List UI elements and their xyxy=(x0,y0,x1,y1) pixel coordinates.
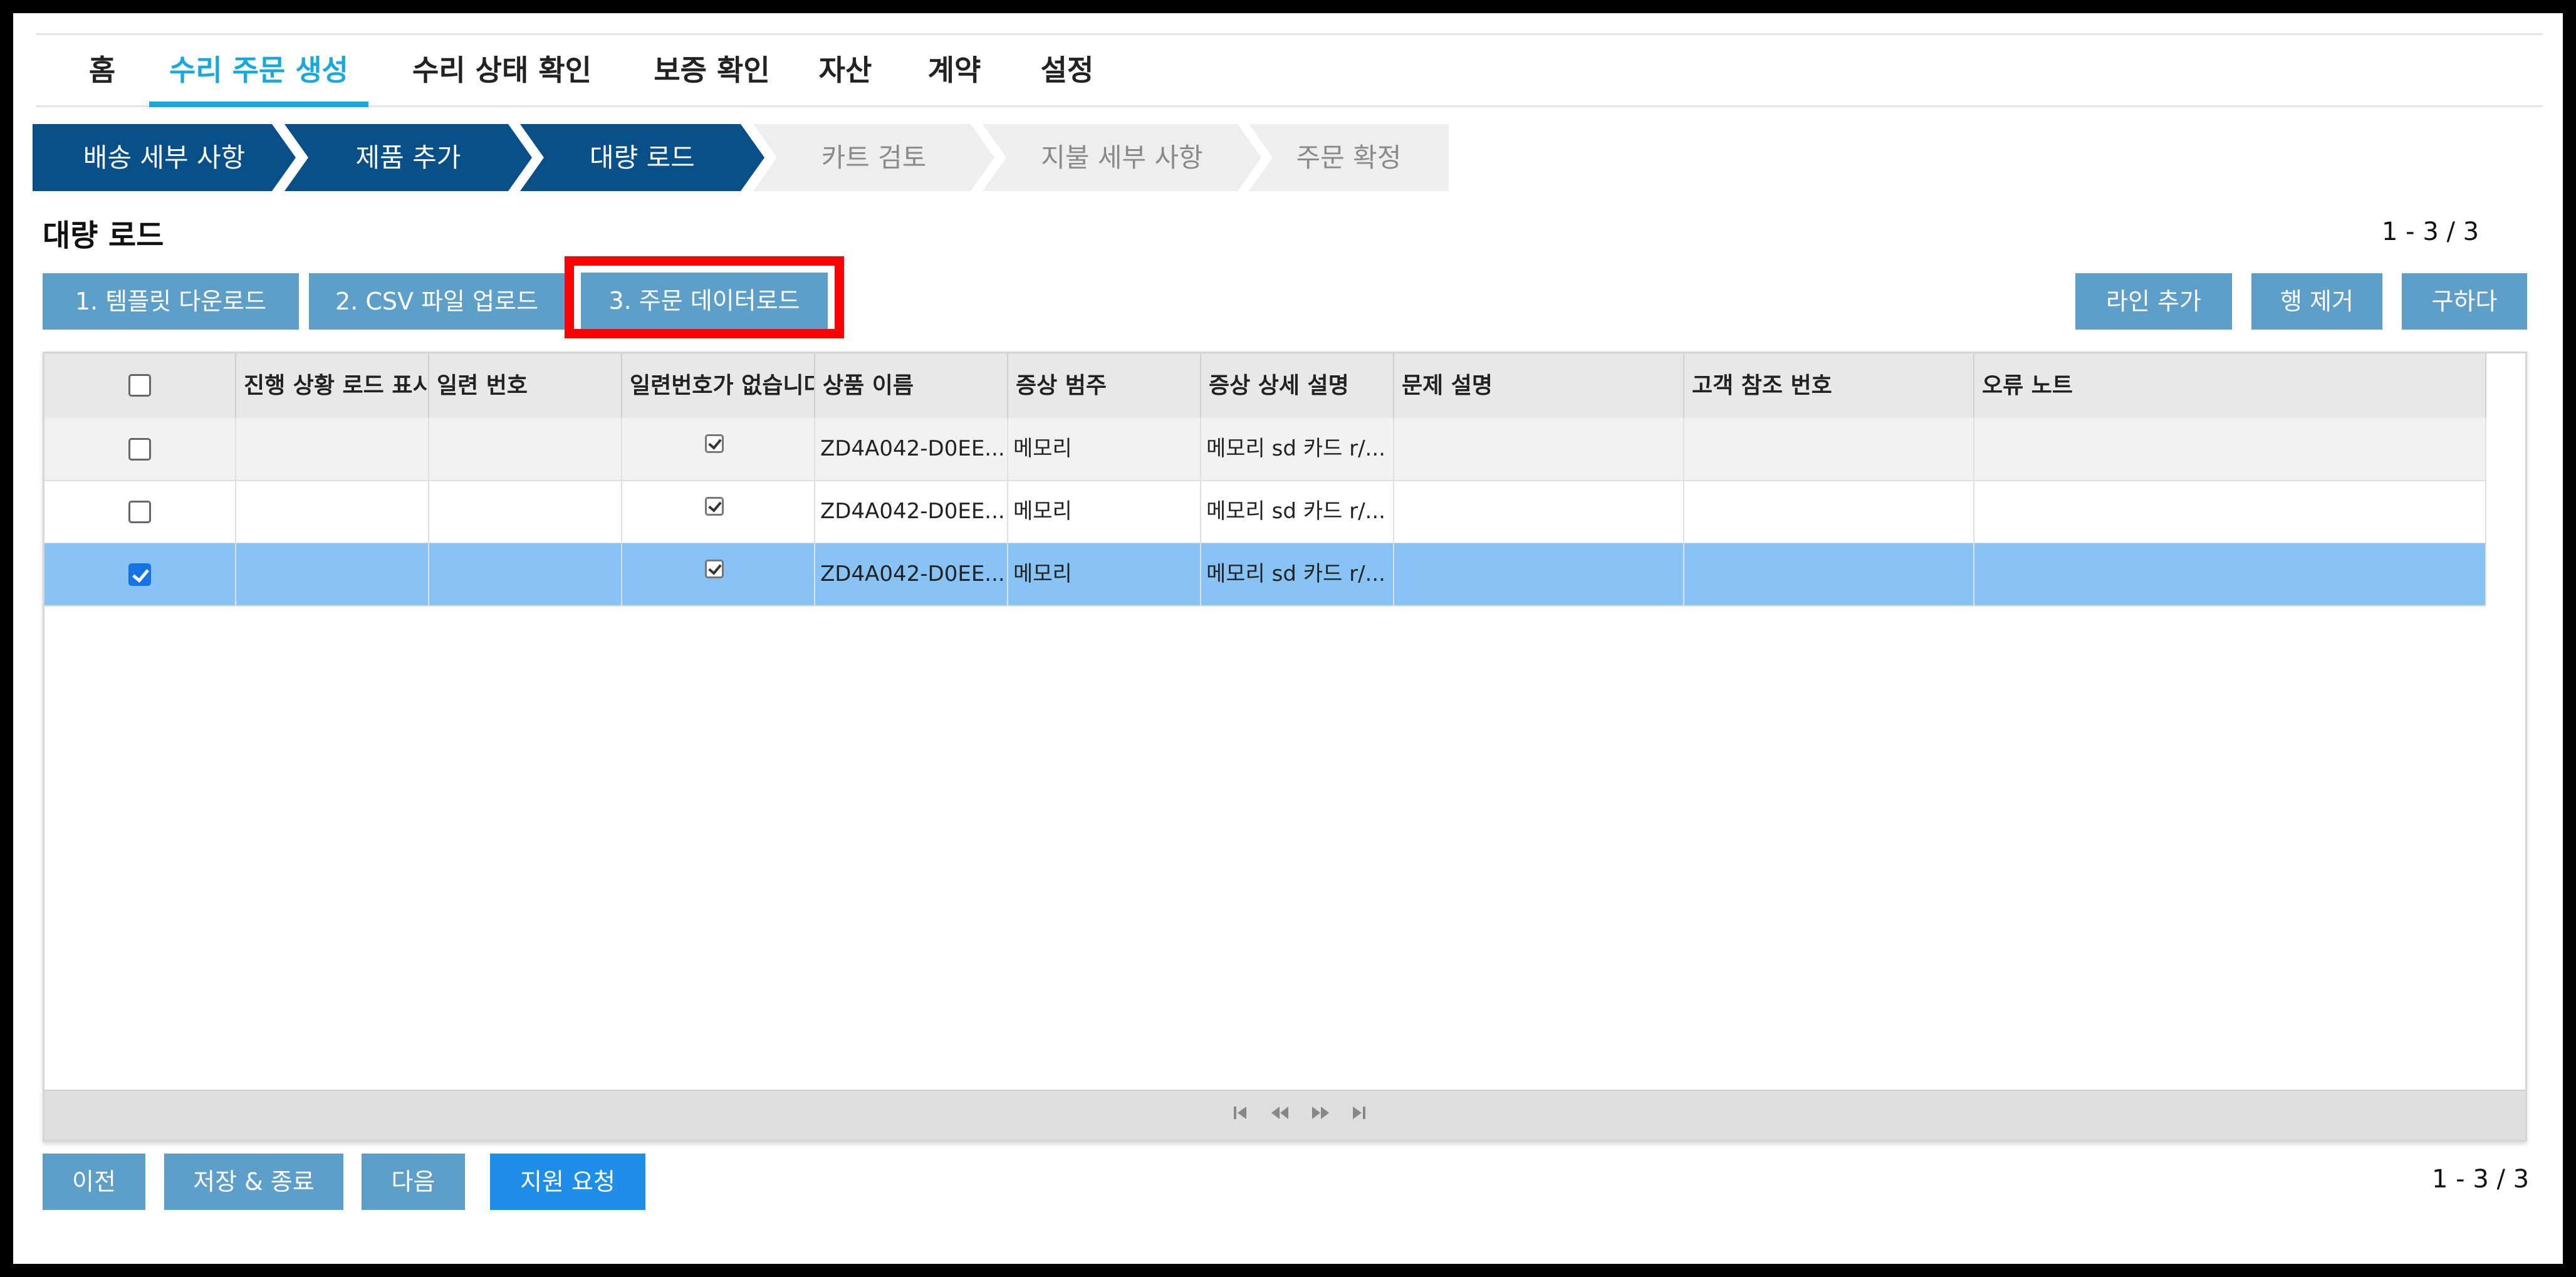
nav-tab-assets[interactable]: 자산 xyxy=(811,35,880,105)
order-stepper: 배송 세부 사항 제품 추가 대량 로드 카트 검토 지불 세부 사항 주문 확… xyxy=(33,124,1449,191)
table-row[interactable]: ZD4A042-D0EE... 메모리 메모리 sd 카드 r/... xyxy=(44,481,2486,544)
nav-tab-contracts[interactable]: 계약 xyxy=(920,35,989,105)
grid-pager xyxy=(44,1090,2525,1140)
serial-number-cell[interactable] xyxy=(429,418,622,480)
nav-tab-warranty-check[interactable]: 보증 확인 xyxy=(630,35,793,105)
save-button[interactable]: 구하다 xyxy=(2402,273,2527,330)
last-page-icon[interactable] xyxy=(1350,1103,1367,1122)
row-checkbox[interactable] xyxy=(128,438,151,461)
save-and-exit-button[interactable]: 저장 & 종료 xyxy=(164,1154,343,1210)
step-label: 대량 로드 xyxy=(590,142,695,173)
progress-cell xyxy=(236,481,429,543)
csv-upload-button[interactable]: 2. CSV 파일 업로드 xyxy=(309,273,565,330)
serial-number-cell[interactable] xyxy=(429,543,622,605)
symptom-category-cell[interactable]: 메모리 xyxy=(1008,418,1201,480)
step-label: 주문 확정 xyxy=(1296,142,1402,173)
customer-reference-cell[interactable] xyxy=(1684,418,1974,480)
remove-row-button[interactable]: 행 제거 xyxy=(2251,273,2382,330)
progress-cell xyxy=(236,418,429,480)
header-symptom-category[interactable]: 증상 범주 xyxy=(1008,353,1201,418)
problem-description-cell[interactable] xyxy=(1394,481,1684,543)
symptom-category-cell[interactable]: 메모리 xyxy=(1008,481,1201,543)
page-title: 대량 로드 xyxy=(43,218,164,253)
prev-page-icon[interactable] xyxy=(1270,1103,1290,1122)
symptom-category-cell[interactable]: 메모리 xyxy=(1008,543,1201,605)
table-row[interactable]: ZD4A042-D0EE... 메모리 메모리 sd 카드 r/... xyxy=(44,543,2486,607)
grid-header: 진행 상황 로드 표시 일련 번호 일련번호가 없습니다 상품 이름 증상 범주… xyxy=(44,353,2486,419)
step-label: 제품 추가 xyxy=(355,142,461,173)
progress-cell xyxy=(236,543,429,605)
first-page-icon[interactable] xyxy=(1233,1103,1249,1122)
no-serial-cell xyxy=(622,481,815,543)
product-name-cell[interactable]: ZD4A042-D0EE... xyxy=(815,481,1008,543)
symptom-detail-cell[interactable]: 메모리 sd 카드 r/... xyxy=(1201,481,1394,543)
product-name-cell[interactable]: ZD4A042-D0EE... xyxy=(815,418,1008,480)
row-select-cell xyxy=(44,481,236,543)
step-order-confirm[interactable]: 주문 확정 xyxy=(1249,124,1449,191)
no-serial-checkbox[interactable] xyxy=(705,434,724,453)
header-select-all xyxy=(44,353,236,418)
header-product-name[interactable]: 상품 이름 xyxy=(815,353,1008,418)
no-serial-cell xyxy=(622,418,815,480)
header-symptom-detail[interactable]: 증상 상세 설명 xyxy=(1201,353,1394,418)
step-label: 카트 검토 xyxy=(821,142,927,173)
record-count-bottom: 1 - 3 / 3 xyxy=(2432,1165,2530,1194)
header-customer-reference[interactable]: 고객 참조 번호 xyxy=(1684,353,1974,418)
product-name-cell[interactable]: ZD4A042-D0EE... xyxy=(815,543,1008,605)
main-nav: 홈 수리 주문 생성 수리 상태 확인 보증 확인 자산 계약 설정 xyxy=(36,35,2543,107)
header-error-note[interactable]: 오류 노트 xyxy=(1974,353,2486,418)
step-payment-details[interactable]: 지불 세부 사항 xyxy=(983,124,1261,191)
next-page-icon[interactable] xyxy=(1310,1103,1330,1122)
nav-tab-settings[interactable]: 설정 xyxy=(1033,35,1102,105)
customer-reference-cell[interactable] xyxy=(1684,543,1974,605)
symptom-detail-cell[interactable]: 메모리 sd 카드 r/... xyxy=(1201,418,1394,480)
header-problem-description[interactable]: 문제 설명 xyxy=(1394,353,1684,418)
highlight-box xyxy=(565,256,844,338)
nav-tab-home[interactable]: 홈 xyxy=(80,35,124,105)
error-note-cell xyxy=(1974,418,2486,480)
error-note-cell xyxy=(1974,481,2486,543)
step-add-products[interactable]: 제품 추가 xyxy=(284,124,532,191)
step-cart-review[interactable]: 카트 검토 xyxy=(753,124,994,191)
table-row[interactable]: ZD4A042-D0EE... 메모리 메모리 sd 카드 r/... xyxy=(44,418,2486,481)
previous-button[interactable]: 이전 xyxy=(43,1154,145,1210)
error-note-cell xyxy=(1974,543,2486,605)
symptom-detail-cell[interactable]: 메모리 sd 카드 r/... xyxy=(1201,543,1394,605)
serial-number-cell[interactable] xyxy=(429,481,622,543)
select-all-checkbox[interactable] xyxy=(128,374,151,397)
problem-description-cell[interactable] xyxy=(1394,543,1684,605)
no-serial-checkbox[interactable] xyxy=(705,497,724,516)
step-bulk-load[interactable]: 대량 로드 xyxy=(520,124,764,191)
add-line-button[interactable]: 라인 추가 xyxy=(2075,273,2232,330)
problem-description-cell[interactable] xyxy=(1394,418,1684,480)
support-request-button[interactable]: 지원 요청 xyxy=(490,1154,645,1210)
header-no-serial[interactable]: 일련번호가 없습니다 xyxy=(622,353,815,418)
row-checkbox[interactable] xyxy=(128,563,151,586)
no-serial-cell xyxy=(622,543,815,605)
row-select-cell xyxy=(44,418,236,480)
step-shipping-details[interactable]: 배송 세부 사항 xyxy=(33,124,296,191)
row-select-cell xyxy=(44,543,236,605)
nav-tab-create-repair-order[interactable]: 수리 주문 생성 xyxy=(149,35,368,107)
app-window: 홈 수리 주문 생성 수리 상태 확인 보증 확인 자산 계약 설정 배송 세부… xyxy=(13,13,2563,1264)
header-serial-number[interactable]: 일련 번호 xyxy=(429,353,622,418)
next-button[interactable]: 다음 xyxy=(362,1154,465,1210)
nav-tab-repair-status[interactable]: 수리 상태 확인 xyxy=(392,35,612,105)
row-checkbox[interactable] xyxy=(128,501,151,523)
step-label: 배송 세부 사항 xyxy=(83,142,246,173)
template-download-button[interactable]: 1. 템플릿 다운로드 xyxy=(43,273,299,330)
customer-reference-cell[interactable] xyxy=(1684,481,1974,543)
bulk-load-grid: 진행 상황 로드 표시 일련 번호 일련번호가 없습니다 상품 이름 증상 범주… xyxy=(43,352,2527,1142)
step-label: 지불 세부 사항 xyxy=(1041,142,1203,173)
no-serial-checkbox[interactable] xyxy=(705,560,724,578)
header-progress[interactable]: 진행 상황 로드 표시 xyxy=(236,353,429,418)
record-count-top: 1 - 3 / 3 xyxy=(2382,217,2480,246)
